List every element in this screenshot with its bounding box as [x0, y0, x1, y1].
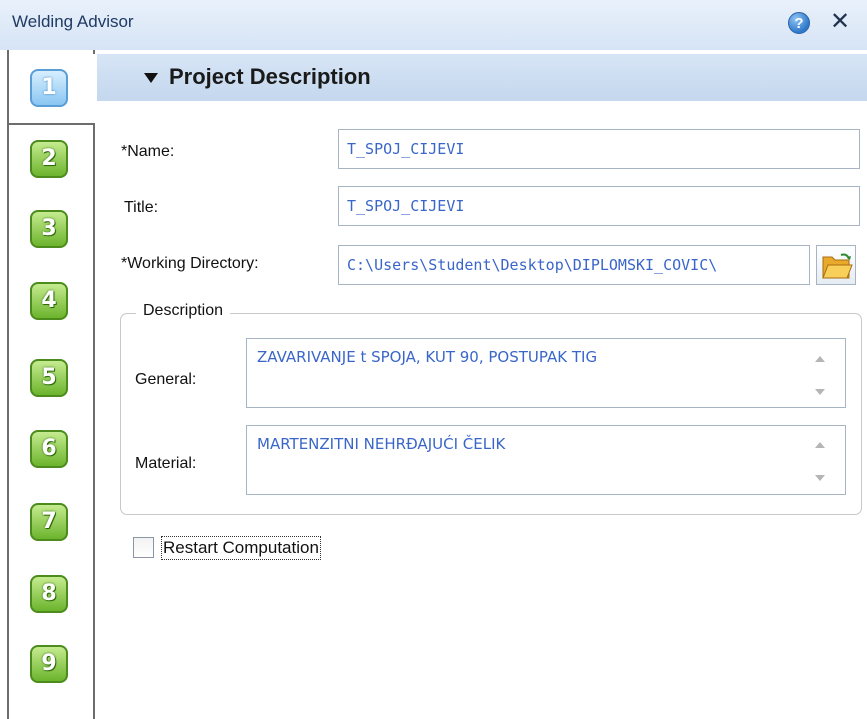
- general-label: General:: [135, 371, 197, 388]
- title-label: Title:: [124, 199, 159, 216]
- material-label: Material:: [135, 455, 197, 472]
- description-legend: Description: [136, 302, 231, 320]
- step-1-button[interactable]: 1: [30, 69, 68, 107]
- scroll-down-icon[interactable]: [815, 475, 825, 481]
- step-6-button[interactable]: 6: [30, 430, 68, 468]
- scroll-up-icon[interactable]: [815, 442, 825, 448]
- restart-computation-checkbox[interactable]: [133, 537, 154, 558]
- scroll-down-icon[interactable]: [815, 389, 825, 395]
- step-5-button[interactable]: 5: [30, 359, 68, 397]
- name-field[interactable]: T_SPOJ_CIJEVI: [338, 129, 860, 169]
- expand-arrow-icon[interactable]: [144, 73, 158, 83]
- working-directory-field[interactable]: C:\Users\Student\Desktop\DIPLOMSKI_COVIC…: [338, 245, 810, 285]
- restart-computation-label[interactable]: Restart Computation: [161, 536, 321, 560]
- step-3-button[interactable]: 3: [30, 210, 68, 248]
- step-2-button[interactable]: 2: [30, 140, 68, 178]
- working-directory-label: *Working Directory:: [121, 255, 259, 272]
- folder-open-icon: [822, 253, 853, 279]
- window-title: Welding Advisor: [12, 12, 134, 31]
- section-header[interactable]: Project Description: [97, 54, 867, 101]
- scroll-up-icon[interactable]: [815, 356, 825, 362]
- material-text: MARTENZITNI NEHRĐAJUĆI ČELIK: [257, 435, 506, 453]
- general-textarea[interactable]: ZAVARIVANJE t SPOJA, KUT 90, POSTUPAK TI…: [246, 338, 846, 408]
- material-textarea[interactable]: MARTENZITNI NEHRĐAJUĆI ČELIK: [246, 425, 846, 495]
- window-titlebar: Welding Advisor ? ✕: [0, 0, 867, 50]
- title-field[interactable]: T_SPOJ_CIJEVI: [338, 186, 860, 226]
- help-icon[interactable]: ?: [788, 12, 810, 34]
- close-icon[interactable]: ✕: [827, 9, 853, 35]
- step-4-button[interactable]: 4: [30, 282, 68, 320]
- browse-folder-button[interactable]: [816, 245, 856, 285]
- section-title: Project Description: [169, 64, 371, 89]
- step-8-button[interactable]: 8: [30, 575, 68, 613]
- name-label: *Name:: [121, 143, 175, 160]
- general-text: ZAVARIVANJE t SPOJA, KUT 90, POSTUPAK TI…: [257, 348, 598, 366]
- step-9-button[interactable]: 9: [30, 645, 68, 683]
- step-7-button[interactable]: 7: [30, 503, 68, 541]
